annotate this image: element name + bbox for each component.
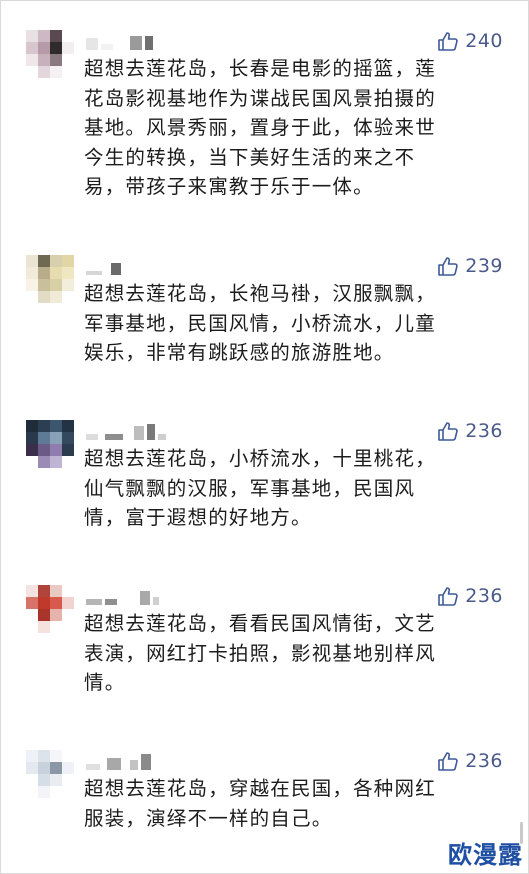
- comment-line: 娱乐，非常有跳跃感的旅游胜地。: [84, 341, 395, 364]
- username-blurred[interactable]: [86, 422, 166, 440]
- comment-text: 超想去莲花岛，穿越在民国，各种网红 服装，演绎不一样的自己。: [84, 774, 502, 833]
- comment-line: 今生的转换，当下美好生活的来之不: [84, 145, 416, 169]
- comment-line: 超想去莲花岛，穿越在民国，各种网红: [84, 777, 436, 800]
- comment-line: 易，带孩子来寓教于乐于一体。: [84, 175, 374, 198]
- like-count: 236: [465, 585, 503, 607]
- site-watermark: 欧漫露: [448, 841, 523, 869]
- avatar[interactable]: [26, 420, 74, 468]
- thumbs-up-icon: [437, 586, 459, 606]
- comment-line: 超想去莲花岛，长春是电影的摇篮，莲: [84, 57, 436, 80]
- username-blurred[interactable]: [86, 587, 159, 605]
- comment-line: 仙气飘飘的汉服，军事基地，民国风: [84, 476, 416, 500]
- comment-line: 情。: [84, 671, 126, 694]
- comment-line: 情，富于遐想的好地方。: [84, 506, 312, 529]
- username-blurred[interactable]: [86, 257, 121, 275]
- avatar[interactable]: [26, 255, 74, 303]
- comment-text: 超想去莲花岛，看看民国风情街，文艺 表演，网红打卡拍照，影视基地别样风 情。: [84, 609, 502, 698]
- comment-text: 超想去莲花岛，长袍马褂，汉服飘飘， 军事基地，民国风情，小桥流水，儿童 娱乐，非…: [84, 279, 502, 368]
- like-button[interactable]: 236: [437, 585, 503, 607]
- thumbs-up-icon: [437, 421, 459, 441]
- comment-line: 基地。风景秀丽，置身于此，体验来世: [84, 116, 436, 139]
- avatar[interactable]: [26, 585, 74, 633]
- like-button[interactable]: 236: [437, 750, 503, 772]
- username-blurred[interactable]: [86, 32, 153, 50]
- like-button[interactable]: 239: [437, 255, 503, 277]
- like-button[interactable]: 240: [437, 30, 503, 52]
- comment-text: 超想去莲花岛，长春是电影的摇篮，莲 花岛影视基地作为谍战民国风景拍摄的 基地。风…: [84, 54, 502, 202]
- comment-line: 超想去莲花岛，小桥流水，十里桃花，: [84, 447, 436, 470]
- avatar[interactable]: [26, 750, 74, 798]
- like-count: 239: [465, 255, 503, 277]
- comment-line: 花岛影视基地作为谍战民国风景拍摄的: [84, 86, 436, 110]
- username-blurred[interactable]: [86, 752, 151, 770]
- thumbs-up-icon: [437, 751, 459, 771]
- thumbs-up-icon: [437, 256, 459, 276]
- like-count: 236: [465, 750, 503, 772]
- like-count: 240: [465, 30, 503, 52]
- like-count: 236: [465, 420, 503, 442]
- avatar[interactable]: [26, 30, 74, 78]
- like-button[interactable]: 236: [437, 420, 503, 442]
- comment-line: 超想去莲花岛，看看民国风情街，文艺: [84, 612, 436, 635]
- thumbs-up-icon: [437, 31, 459, 51]
- comment-line: 服装，演绎不一样的自己。: [84, 806, 333, 830]
- comment-line: 军事基地，民国风情，小桥流水，儿童: [84, 311, 436, 335]
- comment-text: 超想去莲花岛，小桥流水，十里桃花， 仙气飘飘的汉服，军事基地，民国风 情，富于遐…: [84, 444, 502, 533]
- comment-line: 超想去莲花岛，长袍马褂，汉服飘飘，: [84, 282, 436, 305]
- comment-line: 表演，网红打卡拍照，影视基地别样风: [84, 641, 436, 665]
